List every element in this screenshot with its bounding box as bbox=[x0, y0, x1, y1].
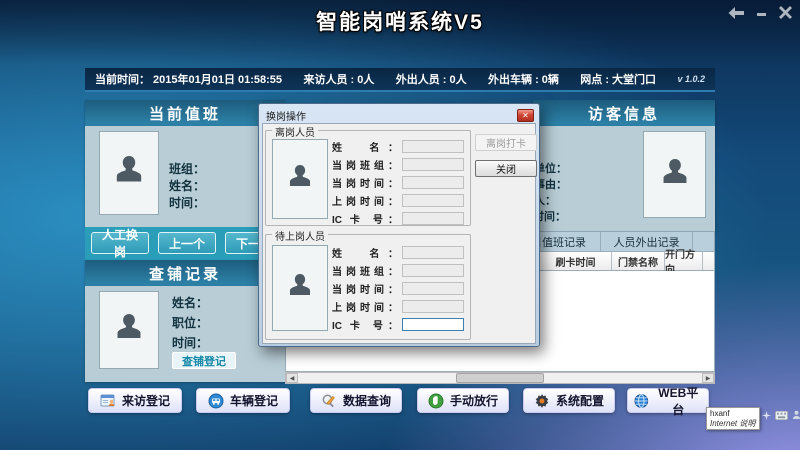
duty-field-label: 姓名： bbox=[169, 177, 205, 194]
keyboard-icon[interactable] bbox=[775, 411, 788, 420]
ime-language-bar bbox=[762, 410, 800, 420]
status-bar: 当前时间：2015年01月01日 01:58:55 来访人员 :0人 外出人员 … bbox=[85, 68, 715, 92]
scroll-right-arrow-icon[interactable]: ▶ bbox=[702, 373, 714, 383]
dialog-title: 换岗操作 bbox=[266, 108, 306, 123]
dialog-close-button[interactable]: 关闭 bbox=[475, 160, 537, 177]
leaving-start-time-input[interactable] bbox=[402, 194, 464, 207]
status-current-time: 当前时间：2015年01月01日 01:58:55 bbox=[95, 71, 285, 87]
system-config-icon bbox=[534, 393, 550, 409]
group-leaving-person: 离岗人员 姓 名： 当岗班组： 当岗时间： 上岗时间： IC 卡 号： bbox=[265, 130, 471, 226]
shift-change-dialog: 换岗操作 ✕ 离岗人员 姓 名： 当岗班组： 当岗时间： 上岗时间： IC 卡 … bbox=[258, 103, 540, 347]
system-config-button[interactable]: 系统配置 bbox=[523, 388, 615, 413]
ime-tooltip: hxanf Internet 说明 bbox=[706, 407, 760, 430]
field-label-start-time: 上岗时间： bbox=[332, 193, 398, 208]
leaving-team-input[interactable] bbox=[402, 158, 464, 171]
close-icon[interactable] bbox=[779, 6, 792, 19]
manual-shift-button[interactable]: 人工换岗 bbox=[91, 232, 149, 254]
visitor-panel-header: 访客信息 bbox=[533, 100, 715, 126]
incoming-name-input[interactable] bbox=[402, 246, 464, 259]
person-icon bbox=[659, 156, 691, 194]
leaving-duty-time-input[interactable] bbox=[402, 176, 464, 189]
ime-line2: Internet 说明 bbox=[710, 419, 756, 429]
minimize-icon[interactable] bbox=[756, 7, 767, 19]
field-label-name: 姓 名： bbox=[332, 139, 398, 154]
field-label-on-duty-time: 当岗时间： bbox=[332, 281, 398, 296]
field-label-shift-team: 当岗班组： bbox=[332, 157, 398, 172]
records-horizontal-scrollbar[interactable]: ◀ ▶ bbox=[285, 372, 715, 384]
visitor-register-icon bbox=[100, 393, 116, 409]
person-icon bbox=[112, 153, 146, 193]
incoming-start-time-input[interactable] bbox=[402, 300, 464, 313]
vehicle-register-button[interactable]: 车辆登记 bbox=[196, 388, 290, 413]
version-label: v 1.0.2 bbox=[677, 74, 705, 84]
field-label-ic-card: IC 卡 号： bbox=[332, 317, 398, 332]
incoming-ic-card-input[interactable] bbox=[402, 318, 464, 331]
bedcheck-field-label: 时间： bbox=[172, 334, 208, 351]
back-arrow-icon[interactable] bbox=[728, 7, 744, 19]
incoming-person-photo bbox=[272, 245, 328, 331]
app-window: 智能岗哨系统V5 当前时间：2015年01月01日 01:58:55 来访人员 … bbox=[0, 0, 800, 450]
status-site: 网点 :大堂门口 bbox=[580, 71, 659, 87]
visitor-photo-placeholder bbox=[643, 131, 706, 218]
web-platform-icon bbox=[634, 393, 649, 409]
ime-line1: hxanf bbox=[710, 409, 756, 419]
bedcheck-photo-placeholder bbox=[99, 291, 159, 369]
leaving-name-input[interactable] bbox=[402, 140, 464, 153]
data-query-button[interactable]: 数据查询 bbox=[310, 388, 402, 413]
leaving-ic-card-input[interactable] bbox=[402, 212, 464, 225]
dialog-close-icon[interactable]: ✕ bbox=[517, 109, 534, 122]
field-label-name: 姓 名： bbox=[332, 245, 398, 260]
status-out-vehicles: 外出车辆 :0辆 bbox=[488, 71, 562, 87]
group-incoming-person: 待上岗人员 姓 名： 当岗班组： 当岗时间： 上岗时间： IC 卡 号： bbox=[265, 234, 471, 340]
scroll-left-arrow-icon[interactable]: ◀ bbox=[286, 373, 298, 383]
status-visitors: 来访人员 :0人 bbox=[303, 71, 377, 87]
dialog-body: 离岗人员 姓 名： 当岗班组： 当岗时间： 上岗时间： IC 卡 号： 待上岗人… bbox=[262, 123, 536, 344]
bedcheck-field-label: 姓名： bbox=[172, 294, 208, 311]
person-icon bbox=[286, 271, 314, 305]
duty-field-label: 时间： bbox=[169, 194, 205, 211]
previous-button[interactable]: 上一个 bbox=[158, 232, 216, 254]
clock-out-button[interactable]: 离岗打卡 bbox=[475, 134, 537, 151]
duty-panel-header: 当前值班 bbox=[85, 100, 285, 126]
bedcheck-register-button[interactable]: 查铺登记 bbox=[172, 352, 236, 369]
visitor-register-button[interactable]: 来访登记 bbox=[88, 388, 182, 413]
manual-release-button[interactable]: 手动放行 bbox=[417, 388, 509, 413]
web-platform-button[interactable]: WEB平台 bbox=[627, 388, 709, 413]
field-label-start-time: 上岗时间： bbox=[332, 299, 398, 314]
person-icon bbox=[286, 162, 314, 196]
incoming-team-input[interactable] bbox=[402, 264, 464, 277]
window-controls bbox=[728, 6, 792, 19]
field-label-ic-card: IC 卡 号： bbox=[332, 211, 398, 226]
ime-person-icon[interactable] bbox=[792, 410, 800, 420]
field-label-on-duty-time: 当岗时间： bbox=[332, 175, 398, 190]
person-icon bbox=[113, 311, 145, 349]
manual-release-icon bbox=[428, 393, 444, 409]
status-out-people: 外出人员 :0人 bbox=[396, 71, 470, 87]
duty-field-label: 班组： bbox=[169, 160, 205, 177]
ime-sparkle-icon[interactable] bbox=[762, 411, 771, 420]
column-header-door-name: 门禁名称 bbox=[612, 252, 665, 270]
bedcheck-panel-header: 查铺记录 bbox=[85, 260, 285, 286]
scrollbar-thumb[interactable] bbox=[456, 373, 544, 383]
data-query-icon bbox=[321, 393, 337, 409]
incoming-duty-time-input[interactable] bbox=[402, 282, 464, 295]
column-header-swipe-time: 刷卡时间 bbox=[540, 252, 612, 270]
column-header-filler bbox=[703, 252, 714, 270]
bedcheck-field-label: 职位： bbox=[172, 314, 208, 331]
vehicle-register-icon bbox=[208, 393, 224, 409]
column-header-door-direction: 开门方向 bbox=[665, 252, 703, 270]
page-title: 智能岗哨系统V5 bbox=[0, 6, 800, 36]
leaving-person-photo bbox=[272, 139, 328, 219]
dialog-titlebar: 换岗操作 ✕ bbox=[262, 107, 536, 123]
field-label-shift-team: 当岗班组： bbox=[332, 263, 398, 278]
duty-photo-placeholder bbox=[99, 131, 159, 215]
